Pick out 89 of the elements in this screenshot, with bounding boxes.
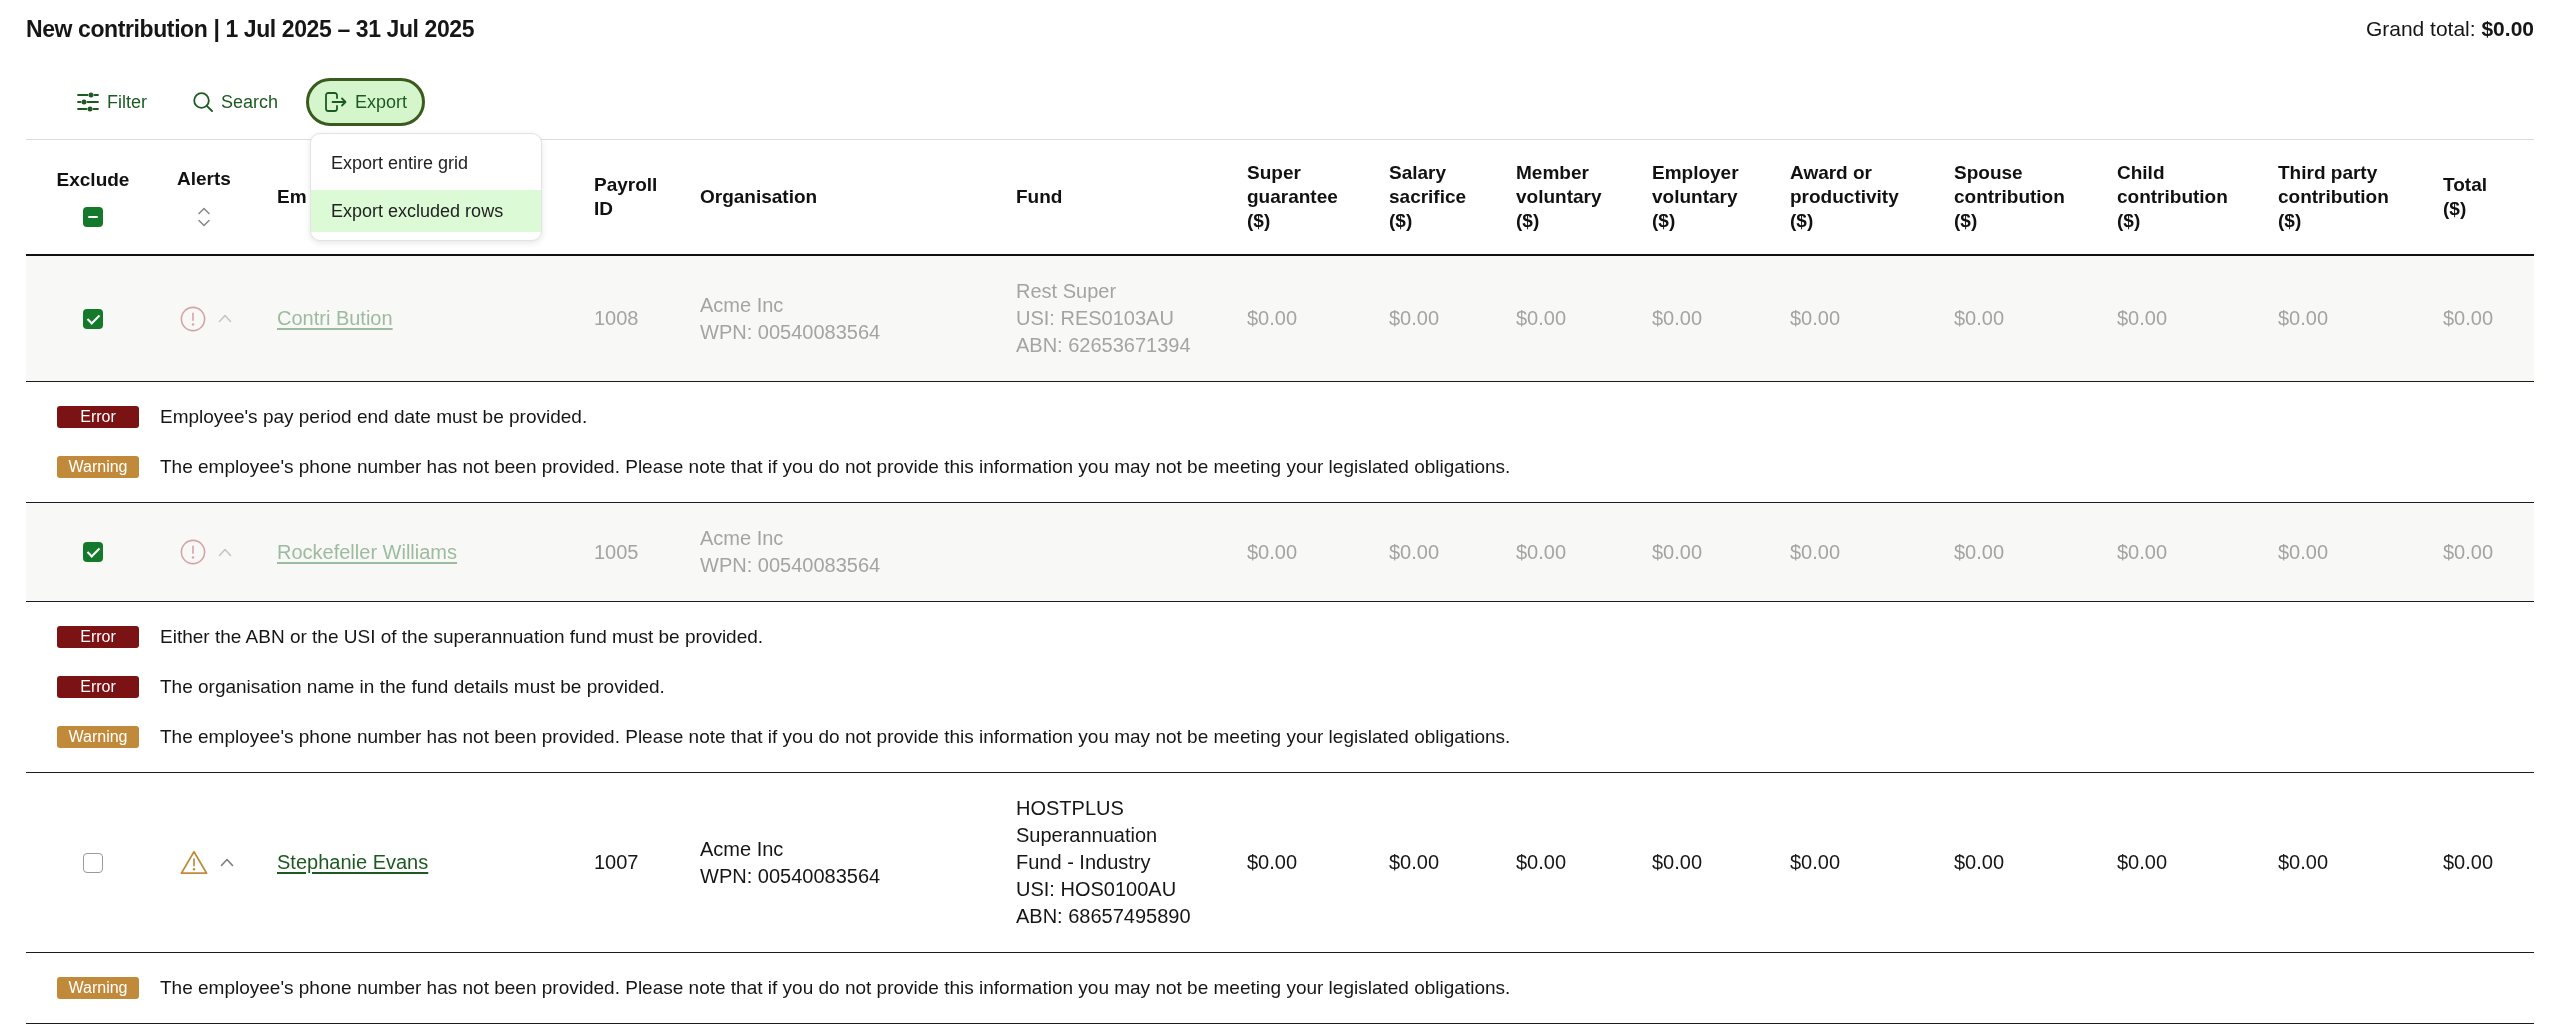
severity-tag: Warning	[57, 977, 139, 999]
alert-message: The employee's phone number has not been provided. Please note that if you do not provide this information you may not be meeting your legislated obligations.	[160, 456, 1511, 478]
alert-message: The organisation name in the fund details must be provided.	[160, 676, 665, 698]
column-header: Organisation	[700, 185, 818, 209]
column-header: Child contribution ($)	[2117, 161, 2228, 233]
organisation-name: Acme Inc	[700, 836, 784, 862]
column-header: Exclude	[56, 167, 130, 192]
amount-value: $0.00	[1652, 850, 1703, 875]
amount-value: $0.00	[1389, 539, 1440, 565]
payroll-id: 1008	[594, 306, 639, 331]
amount-value: $0.00	[2117, 306, 2168, 331]
amount-value: $0.00	[1247, 539, 1298, 565]
search-button[interactable]: Search	[175, 78, 297, 126]
severity-tag: Error	[57, 406, 139, 428]
wpn-number: WPN: 00540083564	[700, 319, 881, 345]
employee-link[interactable]: Stephanie Evans	[277, 849, 429, 876]
severity-tag: Error	[57, 626, 139, 648]
chevron-up-icon[interactable]	[220, 858, 234, 867]
severity-tag: Warning	[57, 456, 139, 478]
amount-value: $0.00	[2443, 539, 2494, 565]
amount-value: $0.00	[1954, 306, 2005, 331]
warning-icon	[180, 850, 208, 875]
error-icon	[180, 305, 206, 332]
amount-value: $0.00	[2117, 850, 2168, 875]
amount-value: $0.00	[1652, 306, 1703, 331]
amount-value: $0.00	[1652, 539, 1703, 565]
export-button[interactable]: Export	[306, 78, 426, 126]
column-header: Member voluntary ($)	[1516, 161, 1602, 233]
abn-number: ABN: 62653671394	[1016, 333, 1191, 358]
amount-value: $0.00	[1790, 850, 1841, 875]
wpn-number: WPN: 00540083564	[700, 863, 881, 889]
abn-number: ABN: 68657495890	[1016, 904, 1191, 929]
menu-item[interactable]: Export excluded rows	[311, 190, 542, 232]
alert-message: The employee's phone number has not been provided. Please note that if you do not provide this information you may not be meeting your legislated obligations.	[160, 726, 1511, 748]
amount-value: $0.00	[1389, 306, 1440, 331]
column-header: Award or productivity ($)	[1790, 161, 1899, 233]
amount-value: $0.00	[1247, 306, 1298, 331]
column-header: Em	[277, 185, 307, 209]
amount-value: $0.00	[2443, 306, 2494, 331]
amount-value: $0.00	[1954, 850, 2005, 875]
page-title: New contribution | 1 Jul 2025 – 31 Jul 2025	[26, 15, 475, 44]
amount-value: $0.00	[2117, 539, 2168, 565]
payroll-id: 1007	[594, 850, 639, 875]
column-header: Salary sacrifice ($)	[1389, 161, 1467, 233]
column-header: Total ($)	[2443, 173, 2487, 221]
usi-number: USI: HOS0100AU	[1016, 877, 1177, 902]
column-header: Fund	[1016, 185, 1063, 209]
menu-item[interactable]: Export entire grid	[311, 142, 542, 184]
amount-value: $0.00	[1247, 850, 1298, 875]
organisation-name: Acme Inc	[700, 526, 784, 551]
select-all-checkbox[interactable]	[83, 206, 103, 227]
filter-button[interactable]: Filter	[59, 78, 165, 126]
severity-tag: Error	[57, 676, 139, 698]
filter-icon	[77, 92, 99, 112]
amount-value: $0.00	[1790, 306, 1841, 331]
alert-message: Either the ABN or the USI of the superannuation fund must be provided.	[160, 626, 764, 648]
amount-value: $0.00	[1516, 539, 1567, 565]
column-header: Super guarantee ($)	[1247, 161, 1338, 233]
row-checkbox[interactable]	[83, 542, 103, 562]
fund-name: Rest Super	[1016, 279, 1117, 304]
wpn-number: WPN: 00540083564	[700, 553, 881, 578]
amount-value: $0.00	[2443, 850, 2494, 875]
grand-total: Grand total: $0.00	[2365, 16, 2534, 42]
amount-value: $0.00	[1389, 850, 1440, 875]
sort-icon[interactable]	[196, 205, 211, 228]
error-icon	[180, 539, 206, 565]
amount-value: $0.00	[1790, 539, 1841, 565]
column-header: Alerts	[177, 166, 231, 191]
search-icon	[193, 92, 213, 112]
amount-value: $0.00	[2278, 306, 2329, 331]
alert-message: The employee's phone number has not been provided. Please note that if you do not provide this information you may not be meeting your legislated obligations.	[160, 977, 1511, 999]
alert-message: Employee's pay period end date must be provided.	[160, 406, 588, 428]
column-header: Payroll ID	[594, 173, 658, 221]
amount-value: $0.00	[1954, 539, 2005, 565]
usi-number: USI: RES0103AU	[1016, 306, 1174, 331]
severity-tag: Warning	[57, 726, 139, 748]
column-header: Employer voluntary ($)	[1652, 161, 1739, 233]
amount-value: $0.00	[1516, 850, 1567, 875]
amount-value: $0.00	[2278, 850, 2329, 875]
payroll-id: 1005	[594, 539, 639, 565]
fund-name: HOSTPLUS Superannuation Fund - Industry	[1016, 796, 1159, 875]
row-checkbox[interactable]	[83, 308, 103, 329]
row-checkbox[interactable]	[83, 852, 103, 873]
column-header: Spouse contribution ($)	[1954, 161, 2065, 233]
amount-value: $0.00	[1516, 306, 1567, 331]
amount-value: $0.00	[2278, 539, 2329, 565]
column-header: Third party contribution ($)	[2278, 161, 2389, 233]
export-icon	[324, 91, 348, 113]
organisation-name: Acme Inc	[700, 292, 784, 318]
